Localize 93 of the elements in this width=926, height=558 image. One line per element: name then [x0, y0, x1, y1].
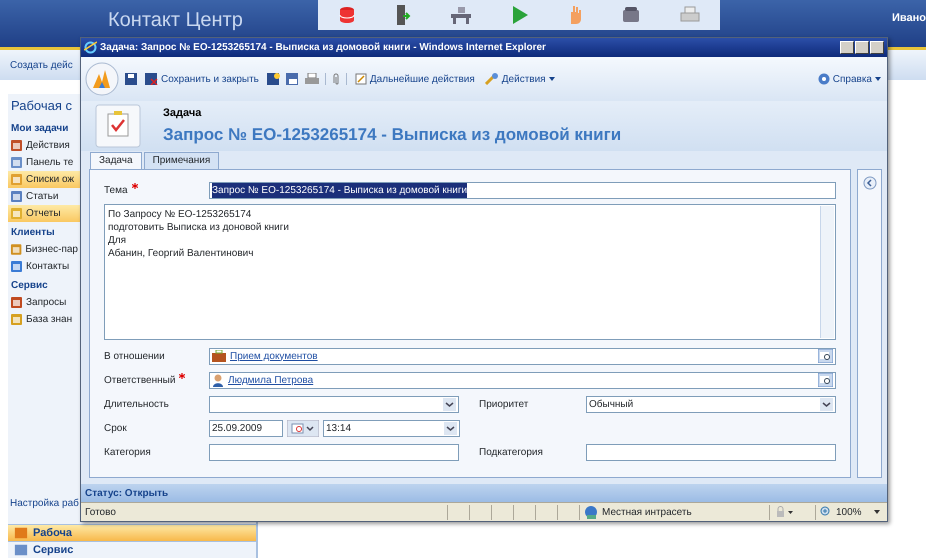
workspace-button[interactable]: Сервис — [8, 541, 256, 558]
field-label: Длительность — [104, 398, 169, 410]
field-label: Тема — [104, 184, 128, 196]
field-label: В отношении — [104, 350, 165, 362]
nav-item[interactable]: Бизнес-пар — [8, 240, 80, 258]
list-icon — [10, 172, 23, 186]
list-icon — [10, 312, 23, 326]
date-field[interactable]: 25.09.2009 — [209, 420, 283, 436]
desk-icon[interactable] — [450, 5, 472, 25]
person-icon — [212, 374, 224, 386]
field-label: Приоритет — [479, 398, 528, 410]
help-menu[interactable]: Справка — [816, 72, 883, 86]
tab[interactable]: Примечания — [144, 152, 220, 169]
field-label: Срок — [104, 422, 127, 434]
zoom-control[interactable]: 100% — [815, 504, 884, 520]
record-link[interactable]: Прием документов — [230, 348, 318, 364]
paperclip-icon[interactable] — [332, 72, 340, 86]
nav-item[interactable]: Отчеты — [8, 204, 80, 222]
dropdown-field[interactable]: Обычный — [586, 396, 836, 412]
field-label: Категория — [104, 446, 151, 458]
tab[interactable]: Задача — [90, 152, 142, 169]
list-icon — [10, 260, 23, 272]
zone-text: Местная интрасеть — [602, 506, 692, 520]
lock-icon[interactable] — [774, 506, 794, 518]
list-icon — [10, 138, 23, 152]
help-icon — [818, 73, 830, 85]
nav-item[interactable]: Панель те — [8, 154, 80, 170]
lookup-field[interactable]: Людмила Петрова — [209, 372, 836, 388]
workspace-button[interactable]: Рабоча — [8, 524, 256, 541]
zoom-icon — [820, 506, 832, 518]
list-icon — [10, 190, 23, 202]
field-label: Ответственный — [104, 374, 176, 386]
maximize-button[interactable] — [855, 41, 869, 54]
settings-link[interactable]: Настройка раб — [8, 495, 80, 512]
database-icon[interactable] — [338, 5, 356, 25]
nav-item[interactable]: База знан — [8, 310, 80, 328]
nav-item[interactable]: Контакты — [8, 258, 80, 274]
close-button[interactable] — [870, 41, 884, 54]
save-close-icon — [145, 73, 158, 85]
list-icon — [10, 296, 23, 308]
minimize-button[interactable] — [840, 41, 854, 54]
nav-item[interactable]: Статьи — [8, 188, 80, 204]
input-field[interactable] — [586, 444, 836, 460]
section-title: Мои задачи — [10, 122, 70, 136]
lookup-icon[interactable] — [818, 349, 833, 363]
status-text: Готово — [84, 506, 117, 520]
lookup-icon[interactable] — [818, 373, 833, 387]
collapse-icon[interactable] — [862, 176, 876, 190]
subject-field[interactable]: Запрос № ЕО-1253265174 - Выписка из домовой книги — [209, 182, 836, 198]
section-title: Клиенты — [10, 226, 56, 240]
workspace-title: Рабочая с — [10, 97, 74, 115]
record-status: Статус: Открыть — [81, 484, 887, 502]
chevron-icon[interactable] — [443, 398, 456, 410]
list-icon — [10, 242, 22, 256]
lookup-field[interactable]: Прием документов — [209, 348, 836, 364]
chevron-icon[interactable] — [820, 398, 833, 410]
time-field[interactable]: 13:14 — [323, 420, 460, 436]
save-copy-icon[interactable] — [286, 72, 299, 86]
list-icon — [10, 206, 23, 220]
record-title: Запрос № ЕО-1253265174 - Выписка из домовой книги — [163, 124, 622, 146]
save-icon[interactable] — [125, 73, 137, 85]
description-field[interactable]: По Запросу № ЕО-1253265174 подготовить Выписка из доновой книги Для Абанин, Георгий Валентинович — [104, 204, 836, 340]
play-icon[interactable] — [510, 5, 529, 25]
save-close-button[interactable]: Сохранить и закрыть — [143, 72, 261, 86]
field-label: Подкатегория — [479, 446, 543, 458]
input-field[interactable] — [209, 444, 459, 460]
chevron-icon[interactable] — [444, 422, 457, 434]
task-icon — [95, 104, 141, 148]
wand-icon — [484, 73, 499, 85]
caret-icon — [548, 77, 555, 81]
window-title: Задача: Запрос № ЕО-1253265174 - Выписка из домовой книги - Windows Internet Explorer — [100, 41, 546, 55]
print-icon[interactable] — [304, 73, 319, 85]
user-name[interactable]: Ивано — [892, 10, 926, 26]
record-link[interactable]: Людмила Петрова — [228, 372, 314, 388]
entity-label: Задача — [163, 106, 202, 121]
create-link[interactable]: Создать дейс — [10, 58, 73, 72]
door-icon[interactable] — [394, 4, 411, 26]
nav-item[interactable]: Действия — [8, 136, 80, 154]
notepad-icon — [354, 73, 367, 85]
list-icon — [10, 156, 23, 168]
browser-icon — [84, 41, 97, 54]
more-actions-button[interactable]: Дальнейшие действия — [352, 72, 477, 86]
calendar-icon[interactable] — [287, 420, 319, 436]
save-new-icon[interactable] — [266, 72, 280, 86]
dropdown-field[interactable] — [209, 396, 459, 412]
caret-icon — [875, 77, 881, 81]
briefcase-icon — [212, 350, 226, 362]
actions-menu[interactable]: Действия — [482, 72, 557, 86]
app-title: Контакт Центр — [108, 9, 243, 31]
section-title: Сервис — [10, 278, 49, 292]
nav-item[interactable]: Запросы — [8, 294, 80, 310]
caret-icon — [874, 510, 880, 514]
nav-item[interactable]: Списки ож — [8, 170, 80, 188]
